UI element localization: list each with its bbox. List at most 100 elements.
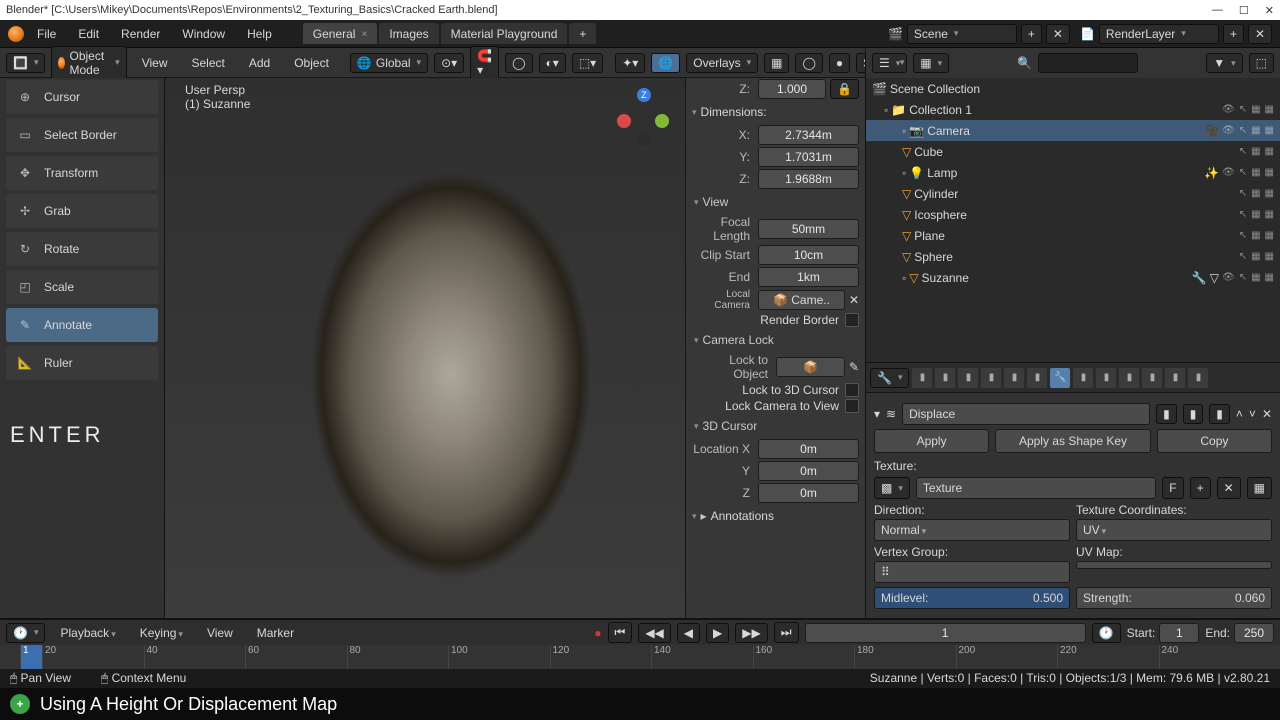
ptab-mesh[interactable]: ▮ (1142, 368, 1162, 388)
start-frame-field[interactable]: 1 (1159, 623, 1199, 643)
tool-select-border[interactable]: ▭Select Border (6, 118, 158, 152)
maximize-button[interactable]: ☐ (1239, 4, 1249, 17)
gizmo-toggle[interactable]: ✦▾ (615, 53, 645, 73)
texture-show-button[interactable]: ▦ (1247, 477, 1272, 499)
texture-browse-icon[interactable]: ▩ (874, 477, 910, 499)
timeline-marker-menu[interactable]: Marker (248, 623, 303, 643)
workspace-tab-images[interactable]: Images (379, 23, 438, 44)
cursor-z-field[interactable]: 0m (758, 483, 859, 503)
axis-x-icon[interactable] (617, 114, 631, 128)
tool-scale[interactable]: ◰Scale (6, 270, 158, 304)
timeline-view-menu[interactable]: View (198, 623, 242, 643)
clipend-field[interactable]: 1km (758, 267, 859, 287)
outliner-row-scene[interactable]: 🎬Scene Collection (866, 78, 1280, 99)
renderborder-checkbox[interactable] (845, 313, 859, 327)
outliner-row-collection[interactable]: ◦📁Collection 1👁↖▦▦ (866, 99, 1280, 120)
locktoview-checkbox[interactable] (845, 399, 859, 413)
menu-help[interactable]: Help (238, 24, 281, 44)
outliner-row-plane[interactable]: ▽Plane↖▦▦ (866, 225, 1280, 246)
chevron-down-icon[interactable]: ▾ (874, 407, 880, 421)
midlevel-field[interactable]: Midlevel:0.500 (874, 587, 1070, 609)
dim-x-field[interactable]: 2.7344m (758, 125, 859, 145)
current-frame-field[interactable]: 1 (805, 623, 1086, 643)
menu-window[interactable]: Window (173, 24, 234, 44)
texture-unlink-button[interactable]: ✕ (1217, 477, 1241, 499)
outliner-row-sphere[interactable]: ▽Sphere↖▦▦ (866, 246, 1280, 267)
scene-selector[interactable]: Scene (907, 24, 1017, 44)
outliner-row-camera[interactable]: ◦📷Camera🎥👁↖▦▦ (866, 120, 1280, 141)
key-next-icon[interactable]: ▶▶ (735, 623, 767, 643)
timeline-ruler[interactable]: 1 20 40 60 80 100 120 140 160 180 200 22… (0, 645, 1280, 669)
texture-name-field[interactable]: Texture (916, 477, 1156, 499)
apply-shape-button[interactable]: Apply as Shape Key (995, 429, 1151, 453)
fakeuser-button[interactable]: F (1162, 477, 1183, 499)
menu-edit[interactable]: Edit (69, 24, 108, 44)
ptab-world[interactable]: ▮ (1004, 368, 1024, 388)
annotations-header[interactable]: ▸ Annotations (686, 504, 865, 528)
locktoobj-field[interactable]: 📦 (776, 357, 845, 377)
overlays-popover[interactable]: Overlays (686, 53, 758, 73)
key-prev-icon[interactable]: ◀◀ (638, 623, 670, 643)
xray-toggle[interactable]: ▦ (764, 53, 789, 73)
ptab-constraint[interactable]: ▮ (1119, 368, 1139, 388)
scene-del-button[interactable]: ✕ (1046, 24, 1070, 44)
prop-falloff[interactable]: ◐▾ (539, 53, 566, 73)
outliner-row-cube[interactable]: ▽Cube↖▦▦ (866, 141, 1280, 162)
view3d-menu-select[interactable]: Select (183, 53, 234, 73)
cursor-x-field[interactable]: 0m (758, 439, 859, 459)
filter-icon[interactable]: ▼ (1206, 53, 1242, 73)
dim-z-field[interactable]: 1.9688m (758, 169, 859, 189)
outliner-search-input[interactable] (1038, 53, 1138, 73)
mod-view-toggle[interactable]: ▮ (1183, 404, 1204, 424)
layer-del-button[interactable]: ✕ (1248, 24, 1272, 44)
ptab-scene[interactable]: ▮ (981, 368, 1001, 388)
layer-button[interactable]: ⬚▾ (572, 53, 603, 73)
localcam-field[interactable]: 📦 Came.. (758, 290, 845, 310)
playhead[interactable]: 1 (20, 645, 42, 669)
mode-selector[interactable]: Object Mode (51, 46, 126, 80)
proportional-toggle[interactable]: ◯ (505, 53, 532, 73)
workspace-add-button[interactable]: + (569, 23, 596, 44)
menu-render[interactable]: Render (112, 24, 169, 44)
vgroup-field[interactable]: ⠿ (874, 561, 1070, 583)
menu-file[interactable]: File (28, 24, 65, 44)
play-icon[interactable]: ▶ (706, 623, 729, 643)
lock-icon[interactable]: 🔒 (830, 79, 859, 99)
tool-transform[interactable]: ✥Transform (6, 156, 158, 190)
dim-y-field[interactable]: 1.7031m (758, 147, 859, 167)
uvmap-field[interactable] (1076, 561, 1272, 569)
timeline-keying-menu[interactable]: Keying (131, 623, 192, 643)
scale-z-field[interactable]: 1.000 (758, 79, 826, 99)
close-button[interactable]: ✕ (1265, 4, 1274, 17)
axis-y-icon[interactable] (655, 114, 669, 128)
ptab-particles[interactable]: ▮ (1073, 368, 1093, 388)
renderlayer-selector[interactable]: RenderLayer (1099, 24, 1219, 44)
tool-grab[interactable]: ✢Grab (6, 194, 158, 228)
grid-icon[interactable]: ▦ (1251, 104, 1260, 115)
texcoord-select[interactable]: UV (1076, 519, 1272, 541)
cursor-small-icon[interactable]: ↖ (1239, 104, 1247, 115)
view3d-menu-object[interactable]: Object (285, 53, 338, 73)
eye-icon[interactable]: 👁 (1222, 104, 1235, 115)
viewport-3d[interactable]: User Persp (1) Suzanne Z (165, 78, 685, 618)
mod-render-toggle[interactable]: ▮ (1156, 404, 1177, 424)
end-frame-field[interactable]: 250 (1234, 623, 1274, 643)
scene-add-button[interactable]: + (1021, 24, 1042, 44)
minimize-button[interactable]: — (1212, 4, 1223, 17)
lockto3d-checkbox[interactable] (845, 383, 859, 397)
properties-type-selector[interactable]: 🔧 (870, 368, 909, 388)
autokey-icon[interactable]: ● (594, 626, 601, 640)
outliner-row-lamp[interactable]: ◦💡Lamp✨👁↖▦▦ (866, 162, 1280, 183)
orientation-selector[interactable]: 🌐 Global (350, 53, 428, 73)
copy-button[interactable]: Copy (1157, 429, 1272, 453)
outliner-row-icosphere[interactable]: ▽Icosphere↖▦▦ (866, 204, 1280, 225)
tool-annotate[interactable]: ✎Annotate (6, 308, 158, 342)
filter-obj-icon[interactable]: ⬚ (1249, 53, 1274, 73)
layer-add-button[interactable]: + (1223, 24, 1244, 44)
view-panel-header[interactable]: View (686, 190, 865, 214)
move-up-icon[interactable]: ˄ (1236, 407, 1243, 421)
preview-range-icon[interactable]: 🕐 (1092, 623, 1121, 643)
jump-start-icon[interactable]: ⏮ (608, 622, 633, 643)
view3d-menu-view[interactable]: View (133, 53, 177, 73)
clipstart-field[interactable]: 10cm (758, 245, 859, 265)
